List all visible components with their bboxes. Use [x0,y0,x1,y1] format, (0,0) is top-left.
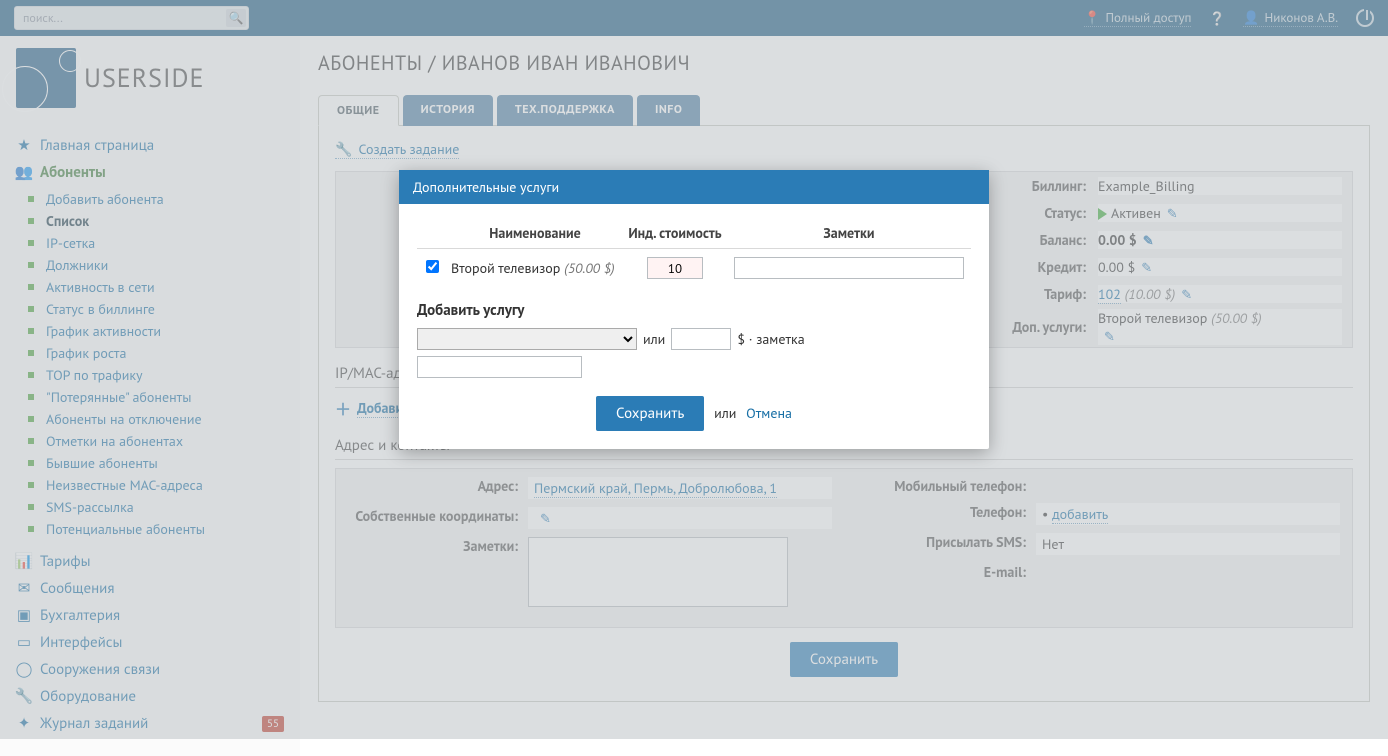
col-name: Наименование [447,218,623,249]
add-service-price-input[interactable] [671,328,731,350]
service-note-input[interactable] [734,257,964,279]
modal-save-button[interactable]: Сохранить [596,396,704,431]
service-cost-input[interactable] [647,257,703,279]
modal-services: Дополнительные услуги Наименование Инд. … [399,170,989,449]
service-name: Второй телевизор (50.00 $) [447,249,623,288]
modal-title: Дополнительные услуги [399,170,989,204]
service-checkbox[interactable] [426,260,439,273]
add-service-note-input[interactable] [417,356,582,378]
service-row: Второй телевизор (50.00 $) [417,249,971,288]
add-service-heading: Добавить услугу [417,301,971,320]
col-cost: Инд. стоимость [623,218,727,249]
modal-cancel-link[interactable]: Отмена [746,404,792,422]
col-notes: Заметки [727,218,971,249]
add-service-select[interactable] [417,328,637,350]
modal-overlay: Дополнительные услуги Наименование Инд. … [0,0,1388,739]
